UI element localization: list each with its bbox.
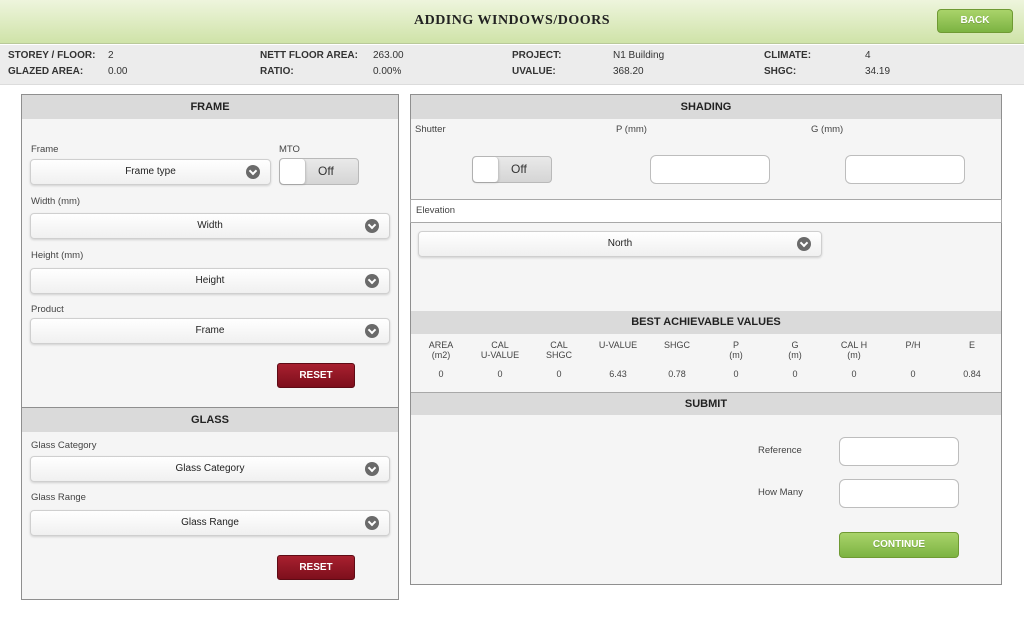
reference-input[interactable] (839, 437, 959, 466)
project-value: N1 Building (613, 50, 665, 61)
best-values-col-header: SHGC (663, 340, 690, 350)
summary-bar: STOREY / FLOOR: 2 GLAZED AREA: 0.00 NETT… (0, 45, 1024, 85)
best-values-heading: BEST ACHIEVABLE VALUES (411, 311, 1001, 334)
best-values-cell: 0 (438, 369, 444, 379)
shutter-label: Shutter (415, 124, 446, 135)
frame-reset-button[interactable]: RESET (277, 363, 355, 388)
product-label: Product (31, 304, 64, 315)
uvalue-label: UVALUE: (512, 66, 556, 77)
shutter-toggle[interactable]: Off (472, 156, 552, 183)
how-many-label: How Many (758, 487, 803, 498)
chevron-down-icon (365, 219, 379, 233)
best-values-col-header: CAL H (m) (840, 340, 868, 360)
elevation-label: Elevation (410, 199, 1002, 223)
project-label: PROJECT: (512, 50, 562, 61)
glass-reset-button[interactable]: RESET (277, 555, 355, 580)
chevron-down-icon (365, 274, 379, 288)
glass-category-value: Glass Category (175, 463, 245, 474)
chevron-down-icon (797, 237, 811, 251)
chevron-down-icon (365, 462, 379, 476)
chevron-down-icon (246, 165, 260, 179)
frame-type-select[interactable]: Frame type (30, 159, 271, 185)
nett-floor-area-label: NETT FLOOR AREA: (260, 50, 358, 61)
ratio-label: RATIO: (260, 66, 294, 77)
reference-label: Reference (758, 445, 802, 456)
climate-value: 4 (865, 50, 871, 61)
height-select[interactable]: Height (30, 268, 390, 294)
frame-heading: FRAME (22, 95, 398, 119)
best-values-cell: 0 (910, 369, 916, 379)
toggle-knob (473, 157, 499, 182)
storey-value: 2 (108, 50, 114, 61)
storey-label: STOREY / FLOOR: (8, 50, 96, 61)
best-values-col-header: U-VALUE (598, 340, 638, 350)
g-mm-input[interactable] (845, 155, 965, 184)
best-values-cell: 0.84 (963, 369, 981, 379)
best-values-cell: 0 (792, 369, 798, 379)
elevation-value: North (607, 238, 633, 249)
glazed-area-value: 0.00 (108, 66, 128, 77)
shgc-value: 34.19 (865, 66, 891, 77)
best-values-cell: 0 (733, 369, 739, 379)
width-label: Width (mm) (31, 196, 81, 207)
glass-heading: GLASS (22, 408, 398, 432)
p-mm-label: P (mm) (616, 124, 647, 135)
uvalue-value: 368.20 (613, 66, 644, 77)
frame-label: Frame (31, 144, 59, 155)
glass-category-label: Glass Category (31, 440, 97, 451)
product-value: Frame (195, 325, 225, 336)
frame-type-value: Frame type (125, 166, 176, 177)
shutter-toggle-state: Off (511, 162, 527, 176)
chevron-down-icon (365, 324, 379, 338)
best-values-col-header: E (968, 340, 975, 350)
best-values-cell: 0 (851, 369, 857, 379)
mto-label: MTO (279, 144, 300, 155)
ratio-value: 0.00% (373, 66, 402, 77)
climate-label: CLIMATE: (764, 50, 812, 61)
best-values-col-header: P/H (905, 340, 921, 350)
height-label: Height (mm) (31, 250, 84, 261)
best-values-col-header: CAL SHGC (545, 340, 572, 360)
toggle-knob (280, 159, 306, 184)
continue-button[interactable]: CONTINUE (839, 532, 959, 558)
best-values-col-header: AREA (m2) (428, 340, 454, 360)
how-many-input[interactable] (839, 479, 959, 508)
best-values-col-header: P (m) (729, 340, 743, 360)
shgc-label: SHGC: (764, 66, 797, 77)
width-value: Width (197, 220, 223, 231)
best-values-col-header: G (m) (788, 340, 802, 360)
nett-floor-area-value: 263.00 (373, 50, 404, 61)
mto-toggle-state: Off (318, 164, 334, 178)
shading-heading: SHADING (411, 95, 1001, 119)
best-values-cell: 0 (556, 369, 562, 379)
p-mm-input[interactable] (650, 155, 770, 184)
mto-toggle[interactable]: Off (279, 158, 359, 185)
chevron-down-icon (365, 516, 379, 530)
best-values-cell: 0 (497, 369, 503, 379)
glazed-area-label: GLAZED AREA: (8, 66, 84, 77)
elevation-select[interactable]: North (418, 231, 822, 257)
width-select[interactable]: Width (30, 213, 390, 239)
glass-category-select[interactable]: Glass Category (30, 456, 390, 482)
glass-range-select[interactable]: Glass Range (30, 510, 390, 536)
title-bar: ADDING WINDOWS/DOORS BACK (0, 0, 1024, 44)
back-button[interactable]: BACK (937, 9, 1013, 33)
glass-range-value: Glass Range (181, 517, 239, 528)
best-values-cell: 0.78 (668, 369, 686, 379)
submit-heading: SUBMIT (411, 392, 1001, 415)
page-title: ADDING WINDOWS/DOORS (413, 13, 611, 28)
glass-range-label: Glass Range (31, 492, 86, 503)
g-mm-label: G (mm) (811, 124, 844, 135)
height-value: Height (195, 275, 225, 286)
best-values-col-header: CAL U-VALUE (480, 340, 520, 360)
best-values-cell: 6.43 (609, 369, 627, 379)
product-select[interactable]: Frame (30, 318, 390, 344)
